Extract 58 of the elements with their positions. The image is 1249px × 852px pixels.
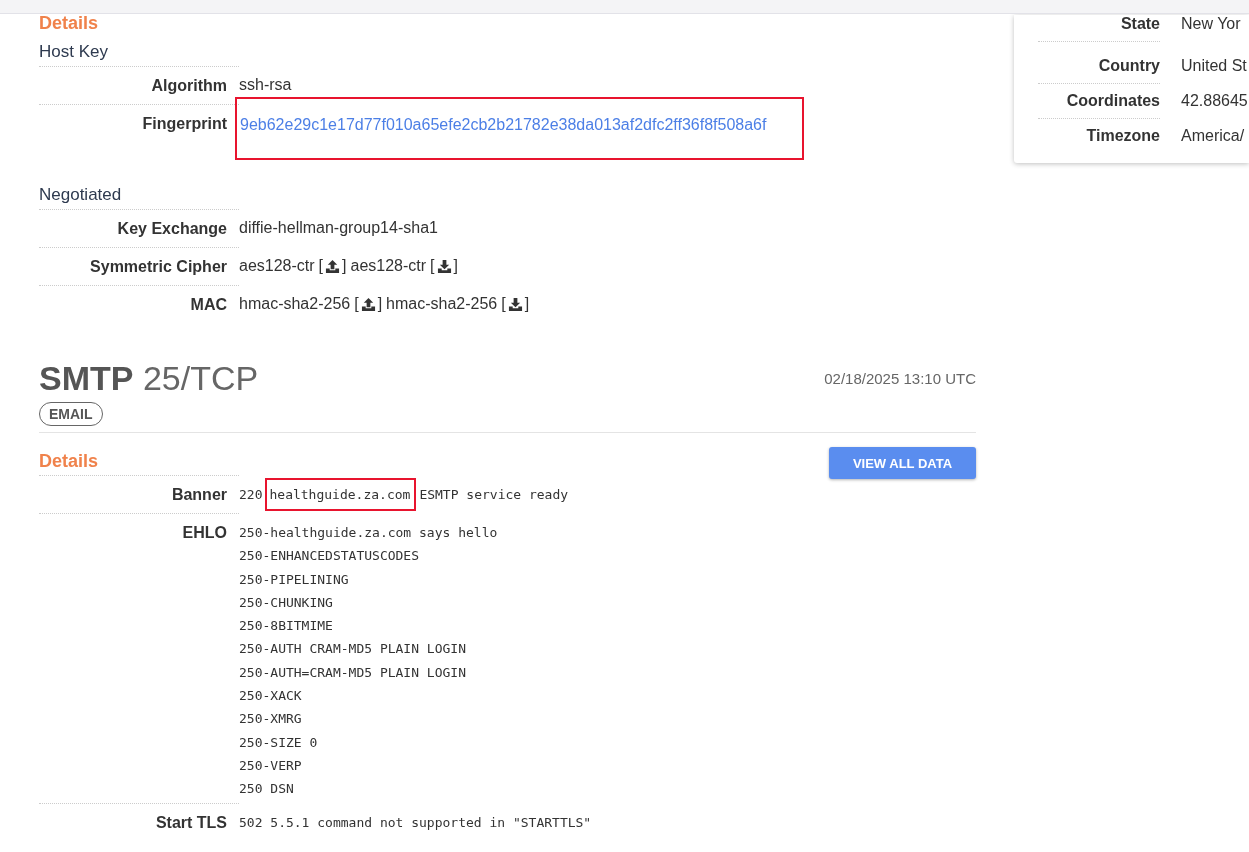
field-label: Coordinates <box>1038 85 1160 119</box>
field-label: State <box>1038 15 1160 42</box>
ehlo-line: 250-PIPELINING <box>239 570 349 589</box>
ehlo-line: 250-AUTH=CRAM-MD5 PLAIN LOGIN <box>239 663 466 682</box>
field-label: Timezone <box>1085 126 1160 146</box>
field-value: New Yor <box>1180 15 1241 33</box>
ehlo-line: 250-ENHANCEDSTATUSCODES <box>239 547 419 566</box>
field-label: EHLO <box>39 513 239 551</box>
field-value: 42.88645 <box>1180 91 1248 110</box>
service-title: SMTP 25/TCP <box>39 359 259 398</box>
ehlo-line: 250-XACK <box>239 687 302 706</box>
ehlo-line: 250-VERP <box>239 756 302 775</box>
field-value: America/ <box>1180 126 1245 145</box>
ehlo-line: 250-8BITMIME <box>239 617 333 636</box>
view-all-data-button[interactable]: VIEW ALL DATA <box>829 447 976 479</box>
ehlo-line: 250-CHUNKING <box>239 593 333 612</box>
ehlo-line: 250-healthguide.za.com says hello <box>239 524 498 542</box>
download-icon <box>436 258 452 274</box>
field-label: Key Exchange <box>39 209 239 247</box>
ehlo-line: 250-AUTH CRAM-MD5 PLAIN LOGIN <box>239 640 466 659</box>
bracket: [ <box>354 295 359 313</box>
ehlo-line: 250-XMRG <box>239 710 302 729</box>
field-label: Country <box>1038 50 1160 84</box>
bracket: ] <box>377 295 383 313</box>
field-value: hmac-sha2-256 <box>239 295 351 313</box>
upload-icon <box>360 296 376 312</box>
ehlo-line: 250-SIZE 0 <box>239 733 318 752</box>
field-value: 502 5.5.1 command not supported in "STARTTLS" <box>239 814 592 830</box>
bracket: ] <box>524 295 530 313</box>
bracket: [ <box>318 257 324 275</box>
section-title: Details <box>39 451 99 472</box>
field-label: Fingerprint <box>39 104 239 142</box>
field-label: Symmetric Cipher <box>39 247 239 285</box>
bracket: [ <box>430 257 435 275</box>
bracket: ] <box>453 257 458 275</box>
field-value: diffie-hellman-group14-sha1 <box>239 219 438 237</box>
download-icon <box>507 296 523 312</box>
upload-icon <box>325 258 341 274</box>
bracket: [ <box>501 295 506 313</box>
hostname: healthguide.za.com <box>269 487 411 502</box>
fingerprint-link[interactable]: 9eb62e29c1e17d77f010a65efe2cb2b21782e38da013af2dfc2ff36f8f508a6f <box>240 116 767 133</box>
subsection-title: Negotiated <box>39 185 123 206</box>
field-value: ssh-rsa <box>239 76 292 94</box>
field-label: MAC <box>39 285 239 323</box>
banner-text: ESMTP service ready <box>419 487 569 502</box>
banner-code: 220 <box>239 487 263 502</box>
field-value: United St <box>1180 56 1247 75</box>
bracket: ] <box>342 257 347 275</box>
field-value: aes128-ctr <box>239 257 315 275</box>
field-label: Start TLS <box>39 802 239 841</box>
field-value: hmac-sha2-256 <box>386 295 498 313</box>
field-value: aes128-ctr <box>350 257 427 275</box>
field-label: Banner <box>39 475 239 513</box>
section-title: Details <box>39 15 100 31</box>
ehlo-line: 250 DSN <box>239 780 294 799</box>
timestamp: 02/18/2025 13:10 UTC <box>824 370 976 387</box>
subsection-title: Host Key <box>39 42 109 63</box>
field-label: Algorithm <box>39 66 239 104</box>
